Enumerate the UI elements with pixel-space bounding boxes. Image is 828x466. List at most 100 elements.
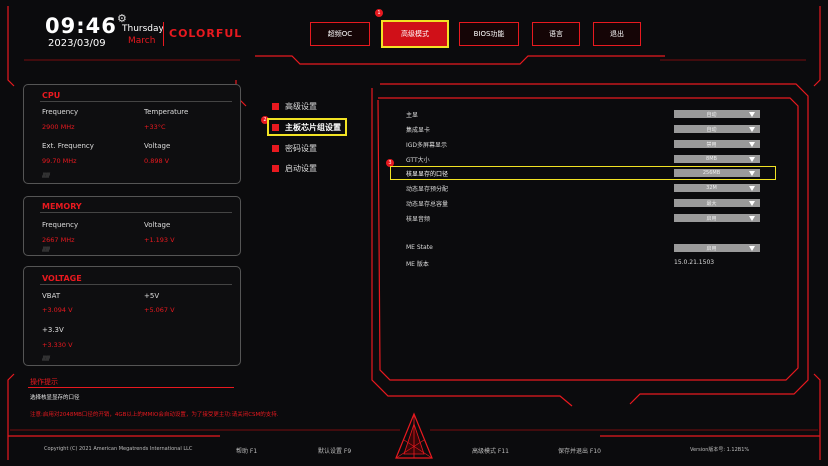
menu-item-advanced-settings[interactable]: 高级设置 [272,99,317,113]
gtt-size-dropdown[interactable]: 8MB [674,155,760,163]
bullet-icon [272,123,279,131]
dropdown-arrow-icon [749,156,755,162]
header-divider [163,22,164,46]
default-settings-key[interactable]: 默认设置 F9 [318,446,351,455]
dvmt-total-dropdown[interactable]: 最大 [674,199,760,207]
dropdown-value: 8MB [706,156,717,162]
tab-oc[interactable]: 超频OC [310,22,370,46]
cpu-frequency-value: 2900 MHz [42,123,75,131]
menu-item-label: 密码设置 [285,143,317,153]
dvmt-prealloc-dropdown[interactable]: 32M [674,184,760,192]
tab-exit[interactable]: 退出 [593,22,641,46]
tab-label: 语言 [549,30,563,38]
igpu-aperture-dropdown[interactable]: 256MB [674,169,760,177]
vbat-value: +3.094 V [42,306,73,314]
tab-label: 高级模式 [401,30,429,38]
igd-multi-monitor-dropdown[interactable]: 禁用 [674,140,760,148]
divider [40,212,232,213]
dropdown-value: 禁用 [706,141,717,148]
bullet-icon [272,164,279,172]
clock-time: 09:46 [45,14,117,38]
v5-value: +5.067 V [144,306,175,314]
cpu-voltage-value: 0.898 V [144,157,170,165]
v33-label: +3.3V [42,326,64,334]
dropdown-arrow-icon [749,111,755,117]
cpu-ext-frequency-label: Ext. Frequency [42,142,94,150]
memory-voltage-label: Voltage [144,221,171,229]
menu-item-label: 高级设置 [285,101,317,111]
dropdown-value: 启用 [706,245,717,252]
cpu-voltage-label: Voltage [144,142,171,150]
decor-slashes: /////// [42,355,50,362]
dropdown-value: 自动 [706,111,717,118]
save-and-exit-key[interactable]: 保存并退出 F10 [558,446,601,455]
tab-bios-features[interactable]: BIOS功能 [459,22,519,46]
v33-value: +3.330 V [42,341,73,349]
tab-label: 超频OC [327,30,353,38]
cpu-title: CPU [42,91,61,100]
dropdown-arrow-icon [749,185,755,191]
tab-language[interactable]: 语言 [532,22,580,46]
dropdown-arrow-icon [749,245,755,251]
setting-label-dvmt-total: 动态显存总容量 [406,201,449,208]
memory-voltage-value: +1.193 V [144,236,175,244]
setting-label-igpu-aperture: 核显显存的口径 [406,171,449,178]
dropdown-value: 自动 [706,126,717,133]
triangle-logo-icon [395,412,433,459]
setting-label-igd-multi-monitor: IGD多屏幕显示 [406,142,448,149]
igpu-audio-dropdown[interactable]: 启用 [674,214,760,222]
tab-label: BIOS功能 [473,30,505,38]
operation-hint-text: 选择核显显存的口径 [30,395,80,401]
me-version-value: 15.0.21.1503 [674,259,715,266]
v5-label: +5V [144,292,160,300]
primary-display-dropdown[interactable]: 自动 [674,110,760,118]
divider [28,387,234,388]
bullet-icon [272,144,279,152]
voltage-title: VOLTAGE [42,274,82,283]
integrated-graphics-dropdown[interactable]: 自动 [674,125,760,133]
brand-logo: COLORFUL [169,27,243,40]
tab-label: 退出 [610,30,624,38]
cpu-temperature-label: Temperature [144,108,189,116]
setting-label-dvmt-prealloc: 动态显存预分配 [406,186,449,193]
dropdown-arrow-icon [749,200,755,206]
setting-label-gtt-size: GTT大小 [406,157,430,164]
divider [40,101,232,102]
memory-frequency-label: Frequency [42,221,79,229]
dropdown-arrow-icon [749,170,755,176]
cpu-temperature-value: +33°C [144,123,166,131]
operation-hint-note: 注意:启用对2048MB口径的开销，4GB以上的MMIO会自动设置，为了接受更主… [30,412,279,418]
dropdown-value: 256MB [702,170,721,176]
menu-item-chipset-settings[interactable]: 主板芯片组设置 [267,118,347,136]
me-state-dropdown[interactable]: 启用 [674,244,760,252]
help-key[interactable]: 帮助 F1 [236,446,257,455]
bullet-icon [272,102,279,110]
menu-item-password-settings[interactable]: 密码设置 [272,141,317,155]
operation-hint-title: 操作提示 [30,378,58,386]
dropdown-value: 启用 [706,215,717,222]
decor-slashes: /////// [42,172,50,179]
weekday-label: Thursday [122,24,164,34]
setting-label-integrated-graphics: 集成显卡 [406,127,431,134]
advanced-mode-key[interactable]: 高级模式 F11 [472,446,509,455]
step-badge-1: 1 [375,9,383,17]
me-version-label: ME 版本 [406,261,429,268]
menu-item-label: 主板芯片组设置 [285,122,341,132]
cpu-ext-frequency-value: 99.70 MHz [42,157,77,165]
divider [40,284,232,285]
version-text: Version版本号: 1.12B1% [690,447,750,453]
dropdown-arrow-icon [749,215,755,221]
tab-advanced-mode[interactable]: 高级模式 [381,20,449,48]
vbat-label: VBAT [42,292,61,300]
menu-item-boot-settings[interactable]: 启动设置 [272,161,317,175]
cpu-frequency-label: Frequency [42,108,79,116]
dropdown-value: 最大 [706,200,717,207]
memory-title: MEMORY [42,202,82,211]
dropdown-arrow-icon [749,141,755,147]
clock-date: 2023/03/09 [48,38,106,49]
copyright-text: Copyright (C) 2021 American Megatrends I… [44,446,193,452]
menu-item-label: 启动设置 [285,163,317,173]
memory-frequency-value: 2667 MHz [42,236,75,244]
dropdown-value: 32M [706,185,717,191]
me-state-label: ME State [406,244,433,251]
